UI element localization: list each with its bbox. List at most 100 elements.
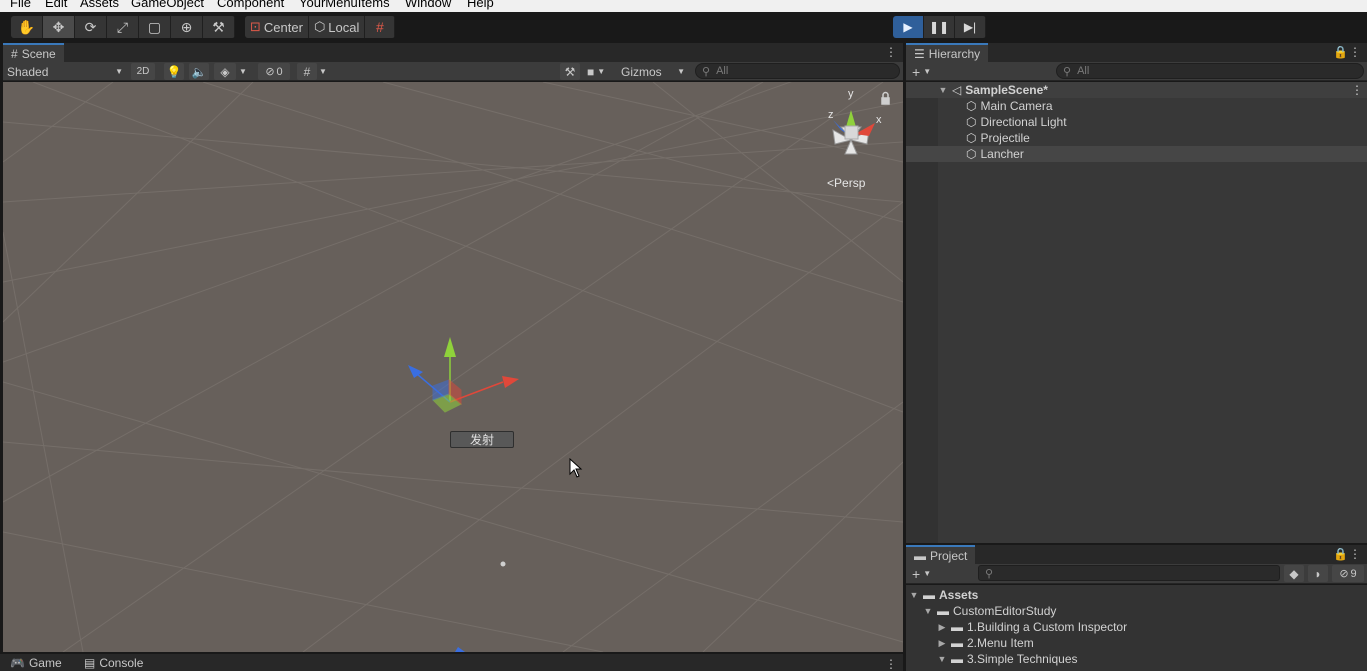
effects-dropdown[interactable]: ▼ <box>239 63 249 80</box>
project-lock-icon[interactable]: 🔒 <box>1333 548 1348 560</box>
search-icon: ⚲ <box>1063 65 1072 78</box>
search-by-label-button[interactable]: ◗ <box>1308 565 1328 582</box>
menu-gameobject[interactable]: GameObject <box>131 0 204 10</box>
lighting-toggle[interactable]: 💡 <box>164 63 184 80</box>
rotate-tool-button[interactable]: ⟳ <box>75 16 107 38</box>
hierarchy-item[interactable]: ⬡ Projectile <box>906 130 1367 146</box>
menu-component[interactable]: Component <box>217 0 284 10</box>
chevron-down-icon: ▼ <box>319 67 327 76</box>
hierarchy-item-label: Projectile <box>980 131 1030 145</box>
expand-arrow-icon[interactable]: ▼ <box>909 590 919 600</box>
scene-tools-button[interactable]: ⚒ <box>560 63 580 80</box>
expand-arrow-icon[interactable]: ▼ <box>937 654 947 664</box>
tab-hierarchy[interactable]: ☰ Hierarchy <box>906 43 989 63</box>
tab-game[interactable]: 🎮 Game <box>4 655 68 671</box>
open-folder-icon: ▬ <box>951 652 963 666</box>
main-toolbar: ✋ ✥ ⟳ ⤢ ▢ ⊕ ⚒ ⊡ Center ⬡ Local # ▶ ❚❚ ▶| <box>0 12 1367 42</box>
hierarchy-add-button[interactable]: + ▼ <box>912 63 931 80</box>
scene-menu-icon[interactable]: ⋮ <box>1351 83 1363 97</box>
move-tool-button[interactable]: ✥ <box>43 16 75 38</box>
grid-icon: # <box>303 64 311 79</box>
scale-tool-button[interactable]: ⤢ <box>107 16 139 38</box>
effects-icon: ◈ <box>220 64 230 79</box>
scene-viewport[interactable]: y x z <Persp 发射 <box>3 82 903 652</box>
scene-grid <box>3 82 903 652</box>
hierarchy-menu-icon[interactable]: ⋮ <box>1349 46 1361 58</box>
tab-project[interactable]: ▬ Project <box>906 545 976 565</box>
gizmo-z-label: z <box>828 109 834 121</box>
menu-file[interactable]: File <box>10 0 31 10</box>
scene-menu-icon[interactable]: ⋮ <box>885 46 897 58</box>
pivot-label: Center <box>263 19 303 35</box>
menu-yourmenuitems[interactable]: YourMenuItems <box>299 0 390 10</box>
scene-row[interactable]: ▼ ◁ SampleScene* ⋮ <box>906 82 1367 98</box>
hidden-packages-toggle[interactable]: ⊘ 9 <box>1332 565 1364 582</box>
tree-item-child[interactable]: ▶ ▬ 2.Menu Item <box>937 635 1034 651</box>
gameobject-cube-icon: ⬡ <box>966 99 977 113</box>
chevron-down-icon: ▼ <box>677 67 685 76</box>
hierarchy-item[interactable]: ⬡ Directional Light <box>906 114 1367 130</box>
camera-dropdown[interactable]: ■ ▼ <box>587 63 617 80</box>
tree-item-label: 1.Building a Custom Inspector <box>967 620 1128 634</box>
menu-edit[interactable]: Edit <box>45 0 67 10</box>
rotate-icon: ⟳ <box>84 18 97 35</box>
toggle-2d-button[interactable]: 2D <box>131 63 155 80</box>
tree-item-child[interactable]: ▼ ▬ 3.Simple Techniques <box>937 651 1078 667</box>
expand-arrow-icon[interactable]: ▶ <box>937 622 947 633</box>
scene-point <box>500 561 506 567</box>
mouse-cursor-icon <box>569 458 583 478</box>
expand-arrow-icon[interactable]: ▶ <box>937 638 947 649</box>
lock-icon[interactable] <box>881 91 890 105</box>
menu-assets[interactable]: Assets <box>80 0 119 10</box>
grid-dropdown[interactable]: ▼ <box>319 63 329 80</box>
hand-icon: ✋ <box>17 18 36 35</box>
hierarchy-item-selected[interactable]: ⬡ Lancher <box>906 146 1367 162</box>
folder-icon: ▬ <box>951 636 963 650</box>
play-button[interactable]: ▶ <box>893 16 924 38</box>
tree-item-assets[interactable]: ▼ ▬ Assets <box>909 587 979 603</box>
effects-toggle[interactable]: ◈ <box>214 63 236 80</box>
grid-snap-button[interactable]: # <box>365 16 396 38</box>
project-menu-icon[interactable]: ⋮ <box>1349 548 1361 560</box>
expand-arrow-icon[interactable]: ▼ <box>923 606 933 616</box>
bottom-menu-icon[interactable]: ⋮ <box>885 658 897 670</box>
hidden-objects-toggle[interactable]: ⊘ 0 <box>258 63 290 80</box>
tree-item-child[interactable]: ▶ ▬ 1.Building a Custom Inspector <box>937 619 1128 635</box>
transform-icon: ⊕ <box>180 18 193 35</box>
project-search-input[interactable]: ⚲ <box>978 565 1280 581</box>
grid-toggle[interactable]: # <box>297 63 317 80</box>
audio-toggle[interactable]: 🔈 <box>189 63 209 80</box>
project-tab-label: Project <box>930 549 968 563</box>
hierarchy-item-label: Lancher <box>980 147 1024 161</box>
space-label: Local <box>328 19 360 35</box>
hand-tool-button[interactable]: ✋ <box>11 16 43 38</box>
transform-tools: ✋ ✥ ⟳ ⤢ ▢ ⊕ ⚒ <box>11 16 235 38</box>
hierarchy-search-input[interactable]: ⚲ All <box>1056 63 1364 79</box>
fire-button[interactable]: 发射 <box>450 431 514 448</box>
project-add-button[interactable]: + ▼ <box>912 565 931 582</box>
menu-help[interactable]: Help <box>467 0 494 10</box>
tree-item-folder[interactable]: ▼ ▬ CustomEditorStudy <box>923 603 1057 619</box>
tab-console[interactable]: ▤ Console <box>78 655 149 671</box>
step-button[interactable]: ▶| <box>955 16 986 38</box>
tab-scene[interactable]: # Scene <box>3 43 64 63</box>
pivot-local-button[interactable]: ⬡ Local <box>308 16 366 38</box>
scene-search-input[interactable]: ⚲ All <box>695 63 900 79</box>
transform-tool-button[interactable]: ⊕ <box>171 16 203 38</box>
search-by-type-button[interactable]: ◆ <box>1284 565 1304 582</box>
gizmos-dropdown[interactable]: Gizmos ▼ <box>621 63 687 80</box>
tree-item-label: 3.Simple Techniques <box>967 652 1078 666</box>
menu-window[interactable]: Window <box>405 0 451 10</box>
shading-dropdown[interactable]: Shaded ▼ <box>7 63 125 80</box>
hierarchy-item[interactable]: ⬡ Main Camera <box>906 98 1367 114</box>
pivot-center-button[interactable]: ⊡ Center <box>245 16 309 38</box>
custom-tool-button[interactable]: ⚒ <box>203 16 235 38</box>
expand-arrow-icon[interactable]: ▼ <box>938 85 948 95</box>
hierarchy-list: ▼ ◁ SampleScene* ⋮ ⬡ Main Camera ⬡ Direc… <box>906 82 1367 543</box>
projection-toggle[interactable]: <Persp <box>827 176 865 190</box>
rect-tool-button[interactable]: ▢ <box>139 16 171 38</box>
list-icon: ☰ <box>914 47 925 61</box>
hierarchy-lock-icon[interactable]: 🔒 <box>1333 46 1348 58</box>
tree-item-label: 2.Menu Item <box>967 636 1034 650</box>
pause-button[interactable]: ❚❚ <box>924 16 955 38</box>
